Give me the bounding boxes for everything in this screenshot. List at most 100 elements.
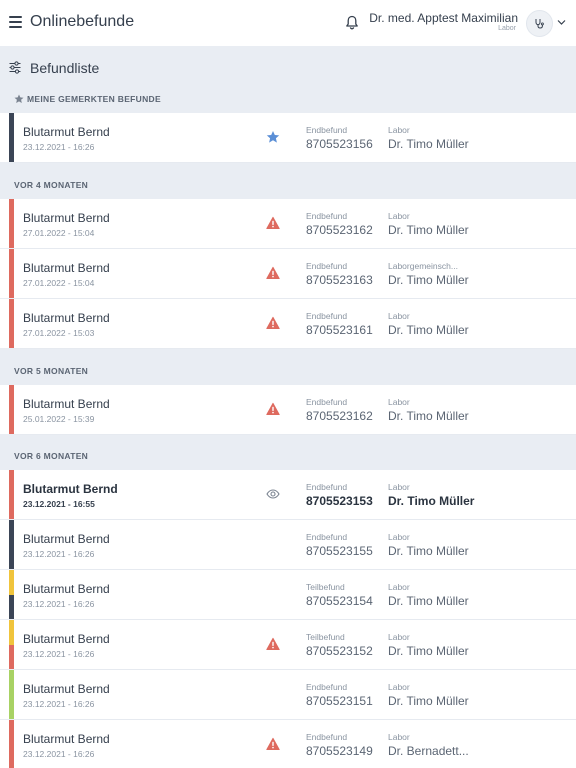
lab-label: Labor bbox=[388, 532, 410, 542]
hamburger-menu-icon[interactable] bbox=[9, 16, 22, 28]
app-header: Onlinebefunde Dr. med. Apptest Maximilia… bbox=[0, 0, 576, 46]
status-color-bar bbox=[9, 720, 14, 768]
report-row[interactable]: Blutarmut Bernd 23.12.2021 - 16:26 Endbefu… bbox=[0, 520, 576, 570]
status-color-bar bbox=[9, 113, 14, 162]
section-heading: Vor 5 Monaten bbox=[14, 366, 88, 376]
status-color-bar bbox=[9, 385, 14, 434]
lab-label: Labor bbox=[388, 482, 410, 492]
report-type: Endbefund bbox=[306, 125, 348, 135]
status-color-bar bbox=[9, 620, 14, 669]
star-icon bbox=[14, 94, 24, 103]
chevron-down-icon[interactable] bbox=[557, 19, 566, 26]
patient-name: Blutarmut Bernd bbox=[23, 311, 110, 325]
report-row[interactable]: Blutarmut Bernd 23.12.2021 - 16:26 Endbefu… bbox=[0, 720, 576, 768]
report-datetime: 23.12.2021 - 16:26 bbox=[23, 699, 95, 709]
report-datetime: 23.12.2021 - 16:26 bbox=[23, 599, 95, 609]
report-type: Endbefund bbox=[306, 311, 348, 321]
report-type: Endbefund bbox=[306, 732, 348, 742]
report-number: 8705523154 bbox=[306, 594, 373, 608]
doctor-name: Dr. Timo Müller bbox=[388, 409, 469, 423]
status-color-bar bbox=[9, 520, 14, 569]
report-number: 8705523162 bbox=[306, 409, 373, 423]
doctor-name: Dr. Timo Müller bbox=[388, 223, 469, 237]
report-type: Endbefund bbox=[306, 261, 348, 271]
lab-label: Labor bbox=[388, 397, 410, 407]
report-datetime: 27.01.2022 - 15:03 bbox=[23, 328, 95, 338]
lab-label: Labor bbox=[388, 125, 410, 135]
status-color-bar bbox=[9, 470, 14, 519]
report-datetime: 27.01.2022 - 15:04 bbox=[23, 228, 95, 238]
warning-icon bbox=[266, 316, 280, 329]
report-datetime: 27.01.2022 - 15:04 bbox=[23, 278, 95, 288]
report-type: Teilbefund bbox=[306, 632, 345, 642]
report-datetime: 23.12.2021 - 16:55 bbox=[23, 499, 95, 509]
doctor-name: Dr. Timo Müller bbox=[388, 494, 475, 508]
report-row[interactable]: Blutarmut Bernd 23.12.2021 - 16:26 Endbefu… bbox=[0, 113, 576, 163]
section-heading: Vor 6 Monaten bbox=[14, 451, 88, 461]
doctor-name: Dr. Bernadett... bbox=[388, 744, 469, 758]
eye-icon bbox=[266, 489, 280, 499]
lab-label: Labor bbox=[388, 582, 410, 592]
patient-name: Blutarmut Bernd bbox=[23, 682, 110, 696]
report-number: 8705523149 bbox=[306, 744, 373, 758]
doctor-name: Dr. Timo Müller bbox=[388, 594, 469, 608]
report-type: Endbefund bbox=[306, 682, 348, 692]
doctor-name: Dr. Timo Müller bbox=[388, 694, 469, 708]
doctor-name: Dr. Timo Müller bbox=[388, 273, 469, 287]
report-number: 8705523162 bbox=[306, 223, 373, 237]
patient-name: Blutarmut Bernd bbox=[23, 582, 110, 596]
report-number: 8705523156 bbox=[306, 137, 373, 151]
section-heading: Meine gemerkten Befunde bbox=[14, 94, 161, 104]
report-type: Endbefund bbox=[306, 397, 348, 407]
section-heading-label: Vor 4 Monaten bbox=[14, 180, 89, 190]
report-type: Teilbefund bbox=[306, 582, 345, 592]
section-heading-label: Meine gemerkten Befunde bbox=[27, 94, 161, 104]
patient-name: Blutarmut Bernd bbox=[23, 632, 110, 646]
list-title: Befundliste bbox=[30, 60, 100, 76]
section-heading-label: Vor 5 Monaten bbox=[14, 366, 89, 376]
bell-icon[interactable] bbox=[345, 15, 359, 30]
report-datetime: 23.12.2021 - 16:26 bbox=[23, 749, 95, 759]
report-row[interactable]: Blutarmut Bernd 23.12.2021 - 16:26 Endbefu… bbox=[0, 670, 576, 720]
patient-name: Blutarmut Bernd bbox=[23, 732, 110, 746]
report-type: Endbefund bbox=[306, 532, 348, 542]
report-number: 8705523152 bbox=[306, 644, 373, 658]
warning-icon bbox=[266, 216, 280, 229]
report-number: 8705523163 bbox=[306, 273, 373, 287]
doctor-name: Dr. Timo Müller bbox=[388, 137, 469, 151]
report-datetime: 23.12.2021 - 16:26 bbox=[23, 142, 95, 152]
user-name[interactable]: Dr. med. Apptest Maximilian bbox=[369, 11, 518, 25]
filter-sliders-icon[interactable] bbox=[9, 61, 21, 74]
report-row[interactable]: Blutarmut Bernd 25.01.2022 - 15:39 Endbefu… bbox=[0, 385, 576, 435]
report-row[interactable]: Blutarmut Bernd 23.12.2021 - 16:26 Teilbef… bbox=[0, 570, 576, 620]
status-color-bar bbox=[9, 570, 14, 619]
row-divider bbox=[14, 348, 576, 349]
report-datetime: 23.12.2021 - 16:26 bbox=[23, 549, 95, 559]
status-color-bar bbox=[9, 299, 14, 348]
report-row[interactable]: Blutarmut Bernd 23.12.2021 - 16:55 Endbefu… bbox=[0, 470, 576, 520]
doctor-name: Dr. Timo Müller bbox=[388, 644, 469, 658]
section-heading-label: Vor 6 Monaten bbox=[14, 451, 89, 461]
report-datetime: 23.12.2021 - 16:26 bbox=[23, 649, 95, 659]
star-icon[interactable] bbox=[266, 130, 280, 144]
section-heading: Vor 4 Monaten bbox=[14, 180, 88, 190]
warning-icon bbox=[266, 402, 280, 415]
row-divider bbox=[14, 162, 576, 163]
status-color-bar bbox=[9, 670, 14, 719]
stethoscope-icon bbox=[535, 19, 544, 29]
lab-label: Labor bbox=[388, 682, 410, 692]
patient-name: Blutarmut Bernd bbox=[23, 211, 110, 225]
report-row[interactable]: Blutarmut Bernd 27.01.2022 - 15:04 Endbefu… bbox=[0, 249, 576, 299]
report-row[interactable]: Blutarmut Bernd 23.12.2021 - 16:26 Teilbef… bbox=[0, 620, 576, 670]
report-type: Endbefund bbox=[306, 211, 348, 221]
lab-label: Labor bbox=[388, 732, 410, 742]
status-color-bar bbox=[9, 199, 14, 248]
report-number: 8705523161 bbox=[306, 323, 373, 337]
report-row[interactable]: Blutarmut Bernd 27.01.2022 - 15:03 Endbefu… bbox=[0, 299, 576, 349]
patient-name: Blutarmut Bernd bbox=[23, 397, 110, 411]
doctor-name: Dr. Timo Müller bbox=[388, 323, 469, 337]
user-role: Labor bbox=[498, 25, 516, 32]
report-row[interactable]: Blutarmut Bernd 27.01.2022 - 15:04 Endbefu… bbox=[0, 199, 576, 249]
avatar[interactable] bbox=[526, 10, 553, 37]
warning-icon bbox=[266, 737, 280, 750]
